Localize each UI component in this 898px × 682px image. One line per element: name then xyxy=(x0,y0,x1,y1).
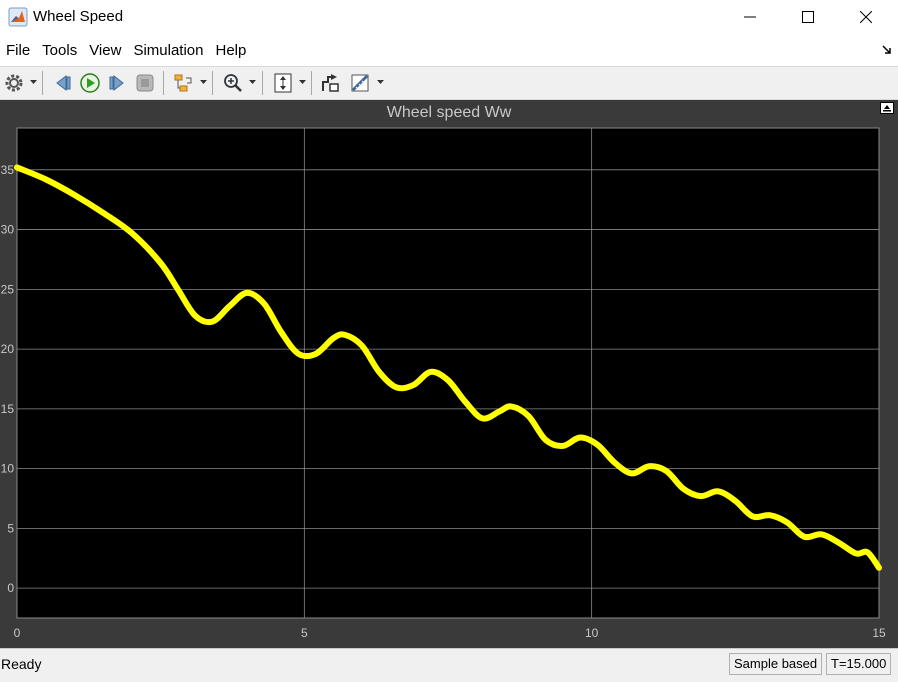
toolbar-separator xyxy=(311,71,312,95)
toolbar-separator xyxy=(163,71,164,95)
menu-file[interactable]: File xyxy=(0,38,36,64)
scope-display: Wheel speed Ww 0 5 10 15 0 5 10 15 20 25 30 35 xyxy=(0,100,898,648)
matlab-icon xyxy=(8,7,28,27)
title-bar: Wheel Speed xyxy=(0,0,898,34)
step-back-icon[interactable] xyxy=(52,72,74,94)
chevron-down-icon[interactable] xyxy=(200,80,207,85)
y-tick-label: 15 xyxy=(1,402,15,416)
toolbar-separator xyxy=(42,71,43,95)
stop-icon[interactable] xyxy=(134,72,156,94)
maximize-icon xyxy=(802,11,814,23)
plot-area[interactable]: 0 5 10 15 0 5 10 15 20 25 30 35 xyxy=(0,100,898,648)
chevron-down-icon[interactable] xyxy=(249,80,256,85)
window-title: Wheel Speed xyxy=(33,8,124,25)
menu-tools[interactable]: Tools xyxy=(36,38,83,64)
menu-simulation[interactable]: Simulation xyxy=(127,38,209,64)
chevron-down-icon[interactable] xyxy=(377,80,384,85)
status-bar: Ready Sample based T=15.000 xyxy=(0,648,898,682)
x-tick-label: 0 xyxy=(14,626,21,640)
toolbar xyxy=(0,66,898,100)
measure-icon[interactable] xyxy=(349,72,371,94)
maximize-button[interactable] xyxy=(782,0,834,34)
menu-help[interactable]: Help xyxy=(210,38,253,64)
highlight-block-icon[interactable] xyxy=(320,72,342,94)
scale-axes-icon[interactable] xyxy=(272,72,294,94)
x-tick-label: 5 xyxy=(301,626,308,640)
menu-view[interactable]: View xyxy=(83,38,127,64)
status-ready: Ready xyxy=(1,656,42,672)
y-tick-label: 25 xyxy=(1,282,15,296)
y-tick-label: 10 xyxy=(1,462,15,476)
axes-background xyxy=(16,127,880,619)
x-tick-label: 10 xyxy=(585,626,599,640)
chevron-down-icon[interactable] xyxy=(299,80,306,85)
x-tick-label: 15 xyxy=(872,626,886,640)
y-tick-label: 35 xyxy=(1,163,15,177)
trigger-icon[interactable] xyxy=(172,72,194,94)
toolbar-separator xyxy=(262,71,263,95)
menu-bar: File Tools View Simulation Help xyxy=(0,38,898,64)
chevron-down-icon[interactable] xyxy=(30,80,37,85)
close-button[interactable] xyxy=(840,0,892,34)
toolbar-separator xyxy=(212,71,213,95)
minimize-button[interactable] xyxy=(724,0,776,34)
simulation-time: T=15.000 xyxy=(826,653,892,675)
step-forward-icon[interactable] xyxy=(106,72,128,94)
y-tick-label: 20 xyxy=(1,342,15,356)
sample-mode-indicator: Sample based xyxy=(729,653,823,675)
dock-arrow-icon[interactable] xyxy=(882,45,892,55)
gear-icon[interactable] xyxy=(3,72,25,94)
run-icon[interactable] xyxy=(79,72,101,94)
minimize-icon xyxy=(744,16,756,18)
y-tick-label: 5 xyxy=(7,521,14,535)
y-tick-label: 30 xyxy=(1,223,15,237)
zoom-icon[interactable] xyxy=(222,72,244,94)
close-icon xyxy=(860,11,872,23)
y-tick-label: 0 xyxy=(7,581,14,595)
